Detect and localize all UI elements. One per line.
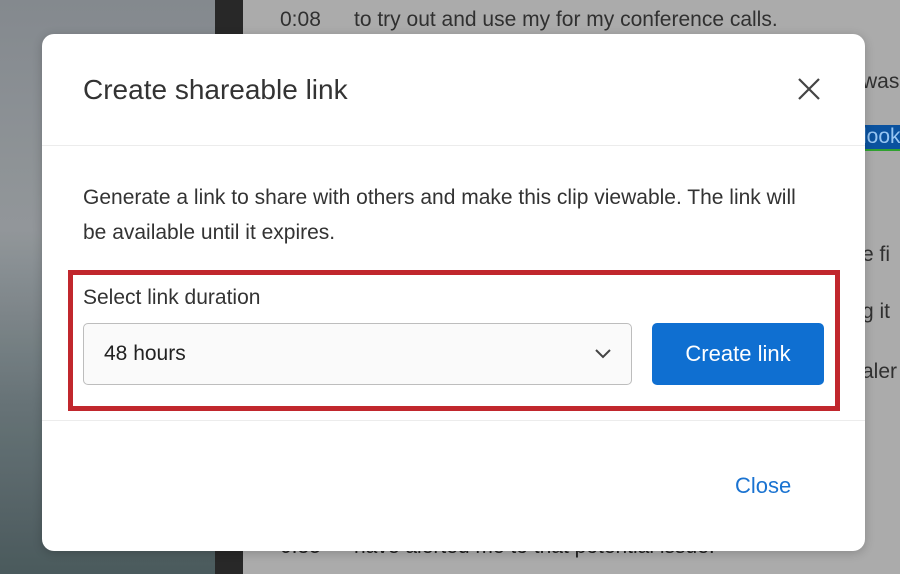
dialog-title: Create shareable link [83,74,348,105]
footer-divider [42,420,865,421]
create-shareable-link-dialog: Create shareable link Generate a link to… [42,34,865,551]
duration-value: 48 hours [104,342,186,365]
dialog-description: Generate a link to share with others and… [83,186,796,244]
duration-label: Select link duration [83,286,261,309]
header-divider [42,145,865,146]
create-link-button[interactable]: Create link [652,323,824,385]
duration-select[interactable]: 48 hours [83,323,632,385]
chevron-down-icon [593,346,613,367]
close-icon[interactable] [794,74,824,104]
close-button[interactable]: Close [735,473,791,499]
